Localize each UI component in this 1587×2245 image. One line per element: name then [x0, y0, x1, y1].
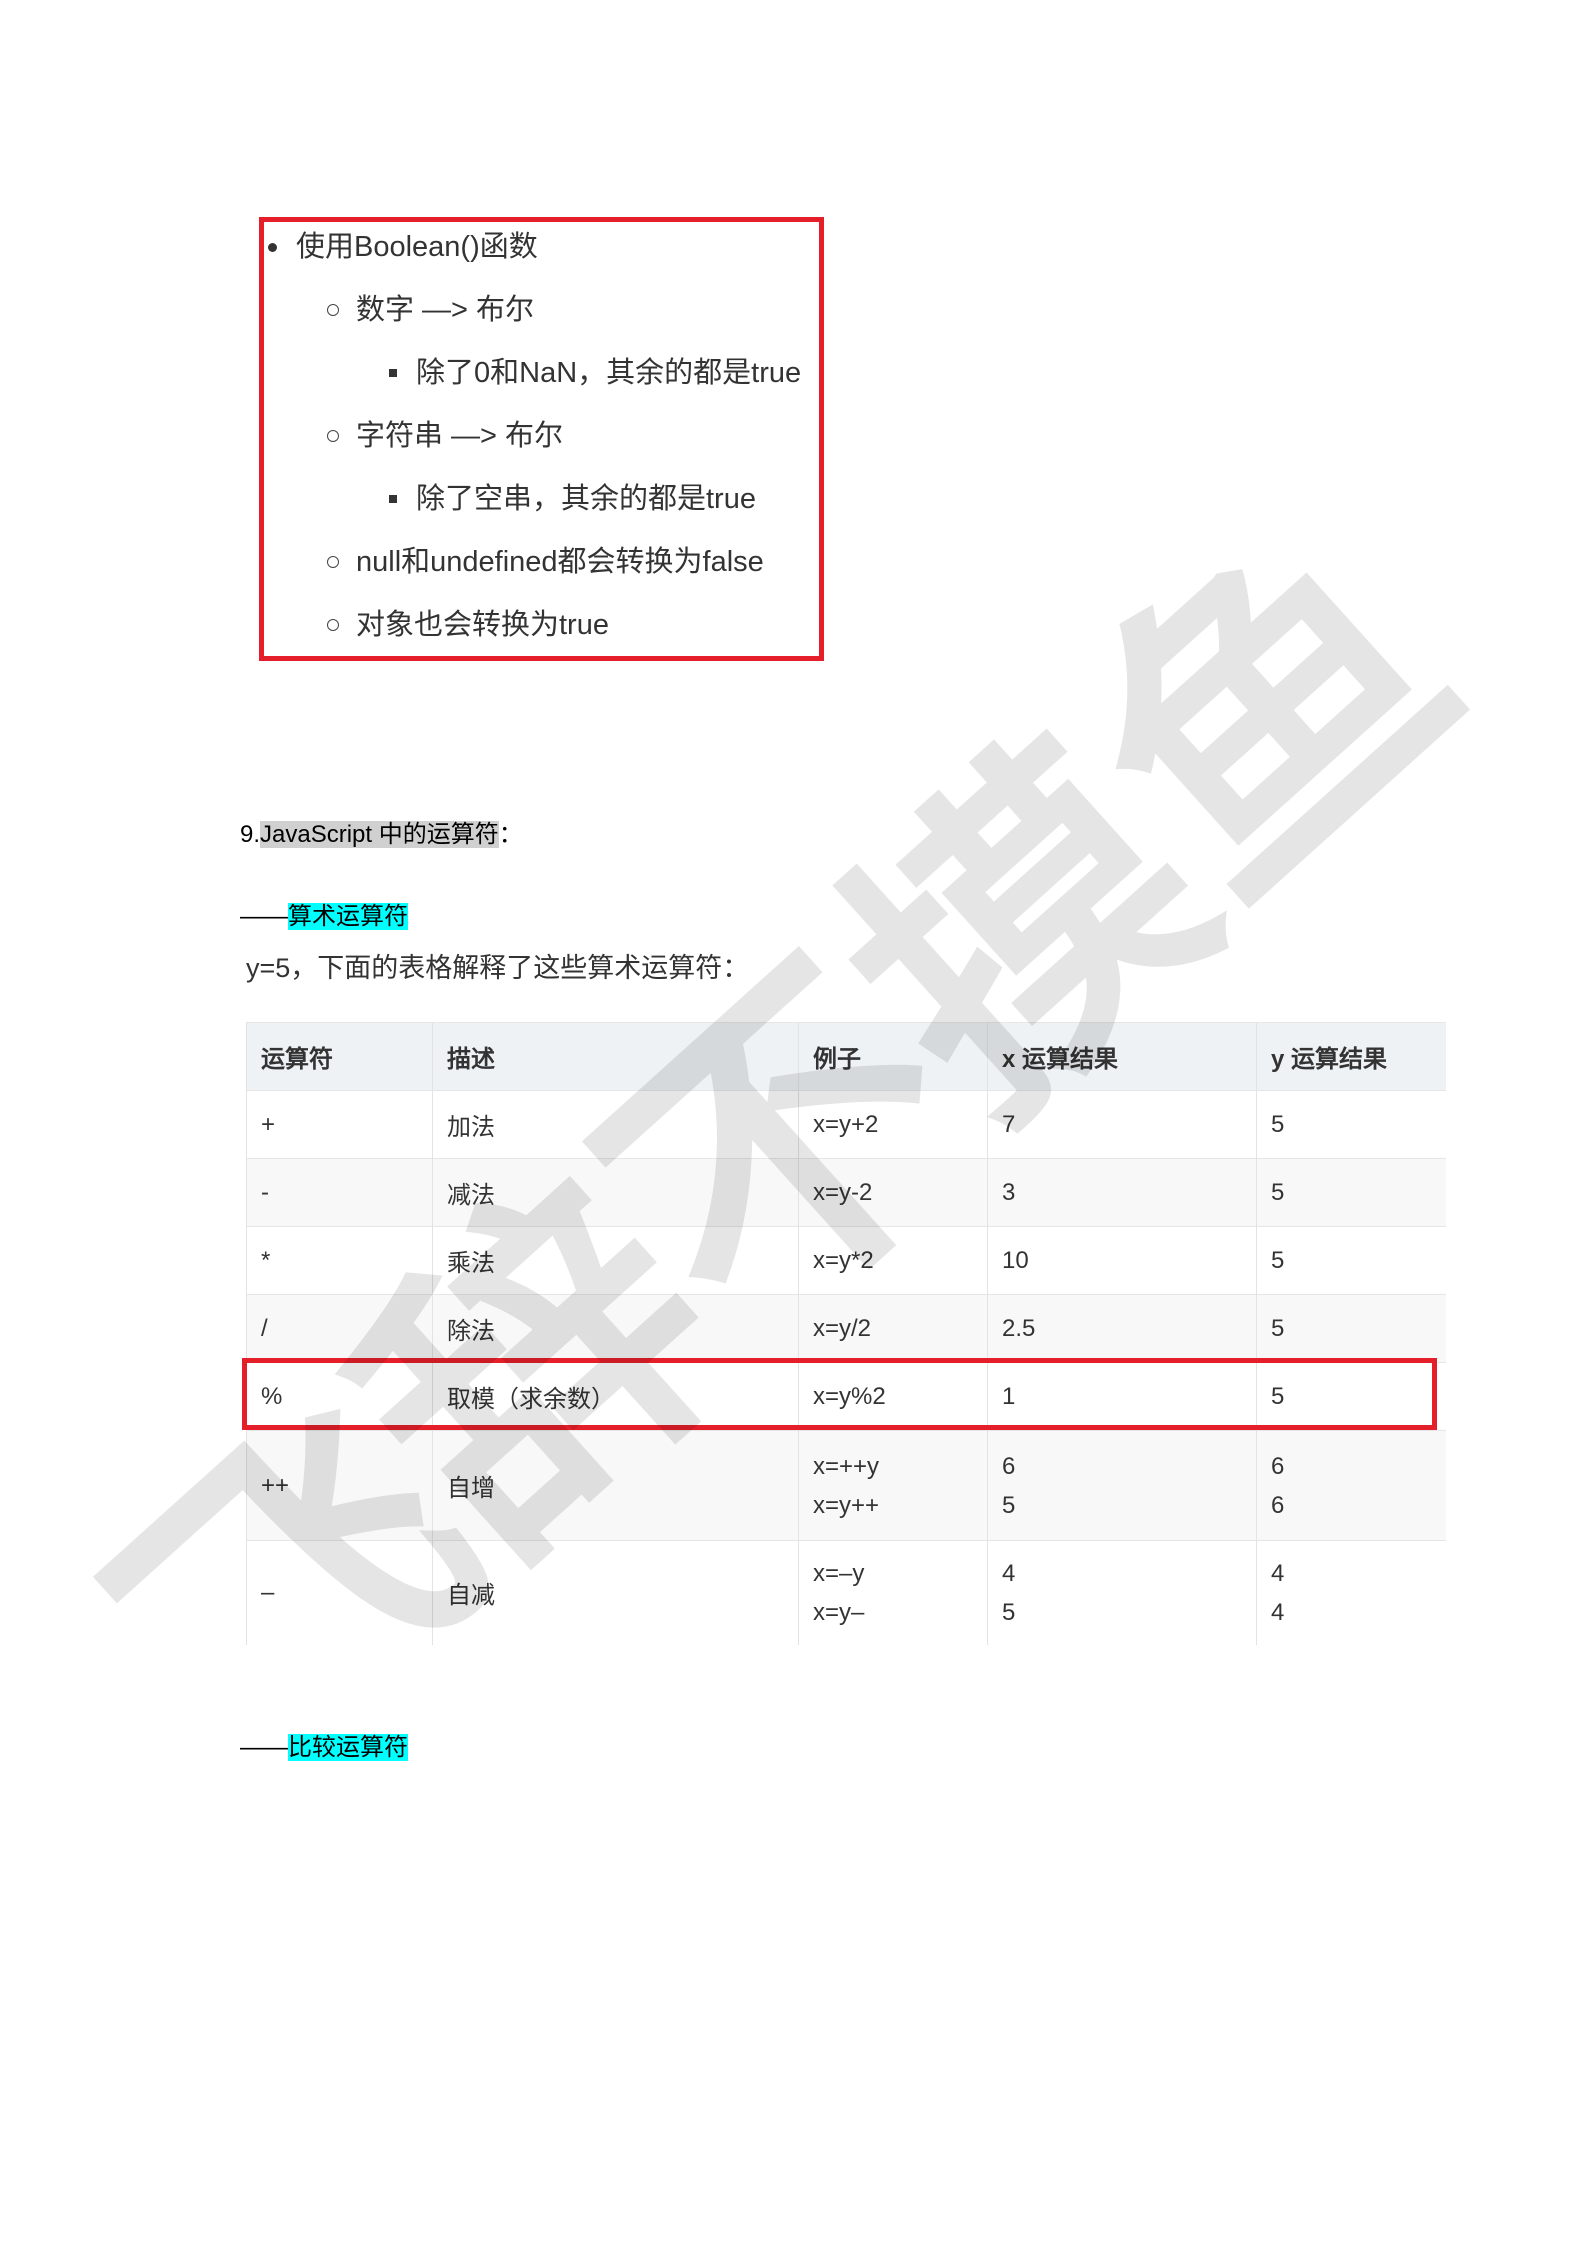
- list-item: 数字 —> 布尔: [264, 290, 819, 330]
- list-item: 使用Boolean()函数: [264, 227, 819, 267]
- list-item-text: 除了0和NaN，其余的都是true: [416, 357, 802, 389]
- table-row: - 减法 x=y-2 3 5: [246, 1158, 1446, 1227]
- table-row: + 加法 x=y+2 7 5: [246, 1090, 1446, 1159]
- cell-line: 6: [1271, 1491, 1285, 1519]
- operator-cell: -: [246, 1158, 433, 1227]
- example-cell: x=y*2: [798, 1226, 988, 1295]
- list-item: 字符串 —> 布尔: [264, 416, 819, 456]
- cell-line: 4: [1271, 1559, 1285, 1587]
- bullet-circle-icon: [327, 619, 339, 631]
- cell-line: x=++y: [813, 1452, 880, 1480]
- comparison-heading: ——比较运算符: [240, 1730, 408, 1766]
- example-cell: x=y-2: [798, 1158, 988, 1227]
- section-number: 9.: [240, 821, 261, 848]
- column-header: 描述: [432, 1022, 799, 1091]
- cell-line: 6: [1002, 1452, 1016, 1480]
- section-title: JavaScript 中的运算符: [260, 821, 499, 848]
- heading-title: 算术运算符: [288, 903, 408, 930]
- bullet-square-icon: [389, 495, 397, 503]
- y-result-cell: 5: [1256, 1226, 1446, 1295]
- bullet-circle-icon: [327, 430, 339, 442]
- table-row: – 自减 x=–y x=y– 4 5 4 4: [246, 1540, 1446, 1645]
- operator-cell: +: [246, 1090, 433, 1159]
- operator-cell: /: [246, 1294, 433, 1363]
- cell-line: 5: [1002, 1491, 1016, 1519]
- heading-dash: ——: [240, 903, 288, 930]
- list-item-text: 数字 —> 布尔: [356, 294, 535, 326]
- table-header-row: 运算符 描述 例子 x 运算结果 y 运算结果: [246, 1022, 1446, 1091]
- table-row: ++ 自增 x=++y x=y++ 6 5 6 6: [246, 1430, 1446, 1541]
- operator-cell: –: [246, 1540, 433, 1645]
- section-colon: ：: [498, 821, 523, 848]
- list-item: 除了0和NaN，其余的都是true: [264, 353, 819, 393]
- example-cell: x=y/2: [798, 1294, 988, 1363]
- cell-line: x=y–: [813, 1598, 865, 1626]
- x-result-cell: 10: [987, 1226, 1257, 1295]
- list-item: null和undefined都会转换为false: [264, 542, 819, 582]
- description-cell: 乘法: [432, 1226, 799, 1295]
- boolean-conversion-box: 使用Boolean()函数 数字 —> 布尔 除了0和NaN，其余的都是true…: [259, 217, 824, 661]
- operator-cell: ++: [246, 1430, 433, 1541]
- table-row: / 除法 x=y/2 2.5 5: [246, 1294, 1446, 1363]
- list-item-text: 字符串 —> 布尔: [356, 420, 564, 452]
- heading-title: 比较运算符: [288, 1734, 408, 1761]
- arithmetic-heading: ——算术运算符: [240, 899, 408, 935]
- cell-line: 6: [1271, 1452, 1285, 1480]
- table-intro: y=5，下面的表格解释了这些算术运算符：: [246, 953, 750, 983]
- arithmetic-operator-table: 运算符 描述 例子 x 运算结果 y 运算结果 + 加法 x=y+2 7 5 -…: [246, 1022, 1446, 1645]
- list-item-text: 对象也会转换为true: [356, 609, 609, 641]
- y-result-cell: 6 6: [1256, 1430, 1446, 1541]
- example-cell: x=++y x=y++: [798, 1430, 988, 1541]
- list-item: 对象也会转换为true: [264, 605, 819, 645]
- example-cell: x=–y x=y–: [798, 1540, 988, 1645]
- x-result-cell: 4 5: [987, 1540, 1257, 1645]
- y-result-cell: 5: [1256, 1158, 1446, 1227]
- list-item-text: null和undefined都会转换为false: [356, 546, 764, 578]
- operator-cell: *: [246, 1226, 433, 1295]
- description-cell: 除法: [432, 1294, 799, 1363]
- description-cell: 自增: [432, 1430, 799, 1541]
- description-cell: 加法: [432, 1090, 799, 1159]
- column-header: y 运算结果: [1256, 1022, 1446, 1091]
- column-header: x 运算结果: [987, 1022, 1257, 1091]
- y-result-cell: 4 4: [1256, 1540, 1446, 1645]
- highlight-frame: [242, 1358, 1437, 1430]
- column-header: 运算符: [246, 1022, 433, 1091]
- table-row: * 乘法 x=y*2 10 5: [246, 1226, 1446, 1295]
- bullet-circle-icon: [327, 556, 339, 568]
- cell-line: 5: [1002, 1598, 1016, 1626]
- cell-line: x=y++: [813, 1491, 880, 1519]
- bullet-square-icon: [389, 369, 397, 377]
- bullet-dot-icon: [268, 243, 277, 252]
- list-item-text: 除了空串，其余的都是true: [416, 483, 756, 515]
- document-page: 使用Boolean()函数 数字 —> 布尔 除了0和NaN，其余的都是true…: [0, 0, 1587, 2245]
- column-header: 例子: [798, 1022, 988, 1091]
- x-result-cell: 7: [987, 1090, 1257, 1159]
- section-heading: 9.JavaScript 中的运算符：: [240, 817, 523, 853]
- heading-dash: ——: [240, 1734, 288, 1761]
- x-result-cell: 3: [987, 1158, 1257, 1227]
- example-cell: x=y+2: [798, 1090, 988, 1159]
- list-item-text: 使用Boolean()函数: [296, 231, 538, 263]
- y-result-cell: 5: [1256, 1294, 1446, 1363]
- cell-line: 4: [1271, 1598, 1285, 1626]
- y-result-cell: 5: [1256, 1090, 1446, 1159]
- list-item: 除了空串，其余的都是true: [264, 479, 819, 519]
- x-result-cell: 2.5: [987, 1294, 1257, 1363]
- cell-line: 4: [1002, 1559, 1016, 1587]
- description-cell: 自减: [432, 1540, 799, 1645]
- description-cell: 减法: [432, 1158, 799, 1227]
- x-result-cell: 6 5: [987, 1430, 1257, 1541]
- bullet-circle-icon: [327, 304, 339, 316]
- cell-line: x=–y: [813, 1559, 865, 1587]
